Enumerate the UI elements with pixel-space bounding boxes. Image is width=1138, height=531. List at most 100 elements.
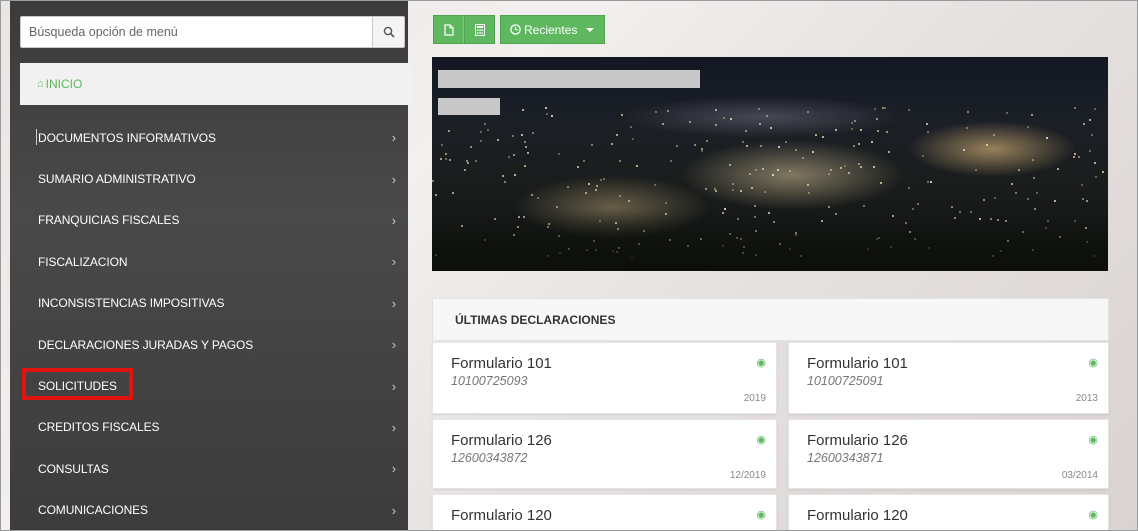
city-light [929, 180, 932, 183]
city-light [435, 193, 438, 196]
city-light [808, 192, 811, 195]
card-title: Formulario 126 [807, 432, 908, 449]
city-light [704, 187, 707, 190]
city-light [714, 108, 717, 111]
card-period: 12/2019 [729, 470, 766, 481]
sidebar-item-creditos-fiscales[interactable]: CREDITOS FISCALES › [20, 407, 410, 448]
city-light [1045, 136, 1048, 139]
search-button[interactable] [372, 17, 404, 47]
sidebar-item-inicio[interactable]: ⌂ INICIO [20, 63, 412, 105]
city-light [876, 118, 879, 121]
clock-icon [510, 24, 521, 35]
eye-icon[interactable]: ◉ [756, 356, 766, 369]
city-light [464, 168, 467, 171]
toolbar-icon-group [433, 15, 495, 44]
city-light [884, 107, 887, 110]
city-light [830, 168, 833, 171]
city-light [886, 130, 889, 133]
city-light [871, 140, 874, 143]
search-input[interactable] [21, 17, 373, 47]
city-light [537, 196, 540, 199]
city-light [765, 114, 768, 117]
sidebar-item-comunicaciones[interactable]: COMUNICACIONES › [20, 490, 410, 530]
city-light [618, 194, 621, 197]
city-light [653, 183, 656, 186]
eye-icon[interactable]: ◉ [1088, 508, 1098, 521]
city-light [746, 144, 749, 147]
city-light [715, 189, 718, 192]
declaration-card[interactable]: Formulario 120 ◉ [788, 494, 1109, 530]
chevron-right-icon: › [391, 295, 396, 311]
city-light [480, 140, 483, 143]
sidebar-item-inconsistencias-impositivas[interactable]: INCONSISTENCIAS IMPOSITIVAS › [20, 283, 410, 324]
city-light [621, 113, 624, 116]
city-light [872, 165, 875, 168]
page-frame: ⌂ INICIO DOCUMENTOS INFORMATIVOS › SUMAR… [0, 0, 1138, 531]
city-light [1082, 122, 1085, 125]
city-light [513, 153, 516, 156]
sidebar-item-declaraciones-juradas[interactable]: DECLARACIONES JURADAS Y PAGOS › [20, 324, 410, 365]
sidebar-item-documentos-informativos[interactable]: DOCUMENTOS INFORMATIVOS › [20, 117, 410, 158]
city-light [740, 190, 743, 192]
city-light [531, 194, 534, 197]
eye-icon[interactable]: ◉ [1088, 433, 1098, 446]
city-light [912, 208, 915, 211]
city-light [1036, 192, 1039, 195]
declaration-card[interactable]: Formulario 126 12600343871 ◉ 03/2014 [788, 419, 1109, 489]
city-light [801, 156, 804, 159]
city-light [513, 173, 516, 176]
city-light [445, 157, 448, 160]
city-light [776, 169, 779, 172]
new-document-button[interactable] [433, 15, 464, 44]
city-light [501, 175, 504, 178]
city-light [631, 137, 634, 140]
city-light [853, 119, 856, 122]
recent-dropdown-button[interactable]: Recientes [500, 15, 606, 44]
city-light [1102, 171, 1105, 174]
city-light [627, 199, 630, 202]
city-light [475, 160, 478, 163]
city-light [1010, 182, 1013, 185]
city-light [470, 145, 473, 148]
city-light [1027, 198, 1030, 201]
eye-icon[interactable]: ◉ [756, 433, 766, 446]
banner-subtitle-redacted [438, 98, 500, 115]
declaration-card[interactable]: Formulario 101 10100725093 ◉ 2019 [432, 342, 777, 414]
declaration-card[interactable]: Formulario 120 ◉ [432, 494, 777, 530]
sidebar-item-franquicias-fiscales[interactable]: FRANQUICIAS FISCALES › [20, 200, 410, 241]
city-light [847, 171, 850, 174]
city-light [1090, 133, 1093, 136]
city-light [986, 143, 989, 146]
calculator-button[interactable] [464, 15, 495, 44]
sidebar-item-fiscalizacion[interactable]: FISCALIZACION › [20, 241, 410, 282]
city-light [1027, 126, 1030, 129]
search-box [20, 16, 405, 48]
city-light [993, 133, 996, 136]
city-light [448, 158, 451, 161]
city-light [635, 164, 638, 167]
city-light [993, 197, 996, 200]
city-light [599, 179, 602, 182]
eye-icon[interactable]: ◉ [756, 508, 766, 521]
city-light [1033, 176, 1036, 179]
sidebar-item-label: FRANQUICIAS FISCALES [38, 213, 180, 228]
card-title: Formulario 101 [807, 355, 908, 372]
city-light [700, 149, 703, 152]
chevron-right-icon: › [391, 212, 396, 228]
city-light [859, 128, 862, 131]
city-light [828, 206, 831, 209]
city-light [908, 109, 911, 112]
sidebar-item-consultas[interactable]: CONSULTAS › [20, 448, 410, 489]
city-light [1006, 111, 1009, 114]
declaration-card[interactable]: Formulario 126 12600343872 ◉ 12/2019 [432, 419, 777, 489]
city-light [771, 173, 774, 176]
city-light [616, 134, 619, 137]
eye-icon[interactable]: ◉ [1088, 356, 1098, 369]
declaration-card[interactable]: Formulario 101 10100725091 ◉ 2013 [788, 342, 1109, 414]
sidebar-item-sumario-administrativo[interactable]: SUMARIO ADMINISTRATIVO › [20, 158, 410, 199]
city-light [582, 159, 585, 162]
city-light [1034, 207, 1037, 210]
card-period: 2019 [743, 393, 766, 404]
city-light [1095, 176, 1098, 179]
city-light [862, 205, 865, 208]
